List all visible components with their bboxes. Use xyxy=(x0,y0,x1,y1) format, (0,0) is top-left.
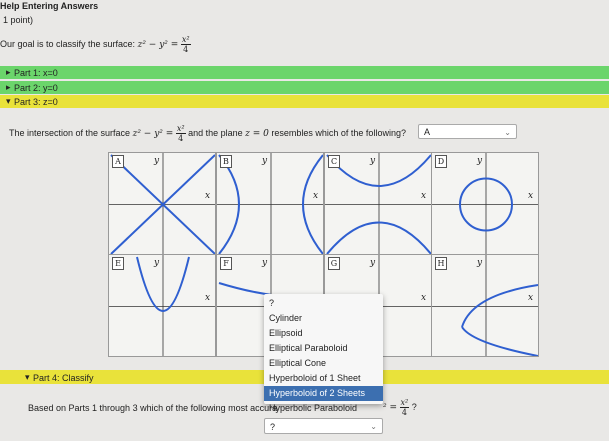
part4-answer-select[interactable]: ? ⌄ xyxy=(264,418,383,434)
dropdown-option[interactable]: Elliptical Cone xyxy=(264,356,383,371)
dropdown-option[interactable]: Hyperboloid of 1 Sheet xyxy=(264,371,383,386)
goal-equation-fraction: x² 4 xyxy=(180,35,191,54)
part3-bar[interactable]: ▾ Part 3: z=0 xyxy=(0,95,609,108)
dropdown-option[interactable]: Ellipsoid xyxy=(264,326,383,341)
axis-label-x: x xyxy=(528,190,534,201)
curve-path xyxy=(461,326,538,356)
part3-answer-select[interactable]: A ⌄ xyxy=(418,124,517,139)
graph-option-d: Dy x xyxy=(431,152,539,255)
help-link[interactable]: Help Entering Answers xyxy=(0,1,98,11)
axis-label-y: y xyxy=(370,156,376,166)
part4-equation: ² = x² 4 ? xyxy=(383,398,417,417)
points-label: 1 point) xyxy=(3,15,34,25)
graph-label: H xyxy=(435,257,447,270)
goal-equation-lhs: z² − y² = xyxy=(137,39,179,50)
graph-plot xyxy=(432,255,538,356)
part3-label: Part 3: z=0 xyxy=(14,97,58,107)
part4-label: Part 4: Classify xyxy=(33,373,94,383)
axis-label-y: y xyxy=(262,156,268,166)
axis-label-x: x xyxy=(313,190,319,201)
collapsed-arrow-icon: ▸ xyxy=(6,67,11,77)
axis-label-y: y xyxy=(370,258,376,268)
dropdown-option-highlighted[interactable]: Hyperboloid of 2 Sheets xyxy=(264,386,383,401)
axis-label-y: y xyxy=(154,258,160,268)
curve-path xyxy=(461,284,538,328)
graph-option-b: By x xyxy=(216,152,324,255)
axis-label-x: x xyxy=(528,292,534,303)
part2-bar[interactable]: ▸ Part 2: y=0 xyxy=(0,81,609,94)
graph-plot xyxy=(109,255,215,356)
dropdown-option[interactable]: Cylinder xyxy=(264,311,383,326)
graph-label: D xyxy=(435,155,447,168)
graph-option-c: Cy x xyxy=(324,152,432,255)
dropdown-option[interactable]: Hyperbolic Paraboloid xyxy=(264,401,383,416)
graph-label: F xyxy=(220,257,232,270)
classify-dropdown-menu[interactable]: ? Cylinder Ellipsoid Elliptical Parabolo… xyxy=(264,294,383,413)
graph-label: C xyxy=(328,155,340,168)
graph-plot xyxy=(109,153,215,254)
graph-option-a: Ay x xyxy=(108,152,216,255)
dropdown-option[interactable]: Elliptical Paraboloid xyxy=(264,341,383,356)
goal-text: Our goal is to classify the surface: z² … xyxy=(0,35,191,54)
collapsed-arrow-icon: ▸ xyxy=(6,82,11,92)
graph-label: G xyxy=(328,257,340,270)
graph-plot xyxy=(432,153,538,254)
graph-option-h: Hy x xyxy=(431,254,539,357)
chevron-down-icon: ⌄ xyxy=(504,128,511,137)
axis-label-y: y xyxy=(477,156,483,166)
graph-label: B xyxy=(220,155,232,168)
part4-question: Based on Parts 1 through 3 which of the … xyxy=(28,403,278,413)
dropdown-option[interactable]: ? xyxy=(264,296,383,311)
part2-label: Part 2: y=0 xyxy=(14,83,58,93)
part1-bar[interactable]: ▸ Part 1: x=0 xyxy=(0,66,609,79)
expanded-arrow-icon: ▾ xyxy=(6,96,11,106)
axis-label-y: y xyxy=(477,258,483,268)
axis-label-x: x xyxy=(421,292,427,303)
axis-label-y: y xyxy=(262,258,268,268)
graph-label: E xyxy=(112,257,124,270)
graph-option-e: Ey x xyxy=(108,254,216,357)
axis-label-x: x xyxy=(205,292,211,303)
chevron-down-icon: ⌄ xyxy=(370,422,377,431)
axis-label-x: x xyxy=(205,190,211,201)
graph-label: A xyxy=(112,155,124,168)
part1-label: Part 1: x=0 xyxy=(14,68,58,78)
axis-label-y: y xyxy=(154,156,160,166)
part3-question: The intersection of the surface z² − y² … xyxy=(9,124,406,143)
expanded-arrow-icon: ▾ xyxy=(25,372,30,382)
graph-plot xyxy=(217,153,323,254)
graph-plot xyxy=(325,153,431,254)
axis-label-x: x xyxy=(421,190,427,201)
